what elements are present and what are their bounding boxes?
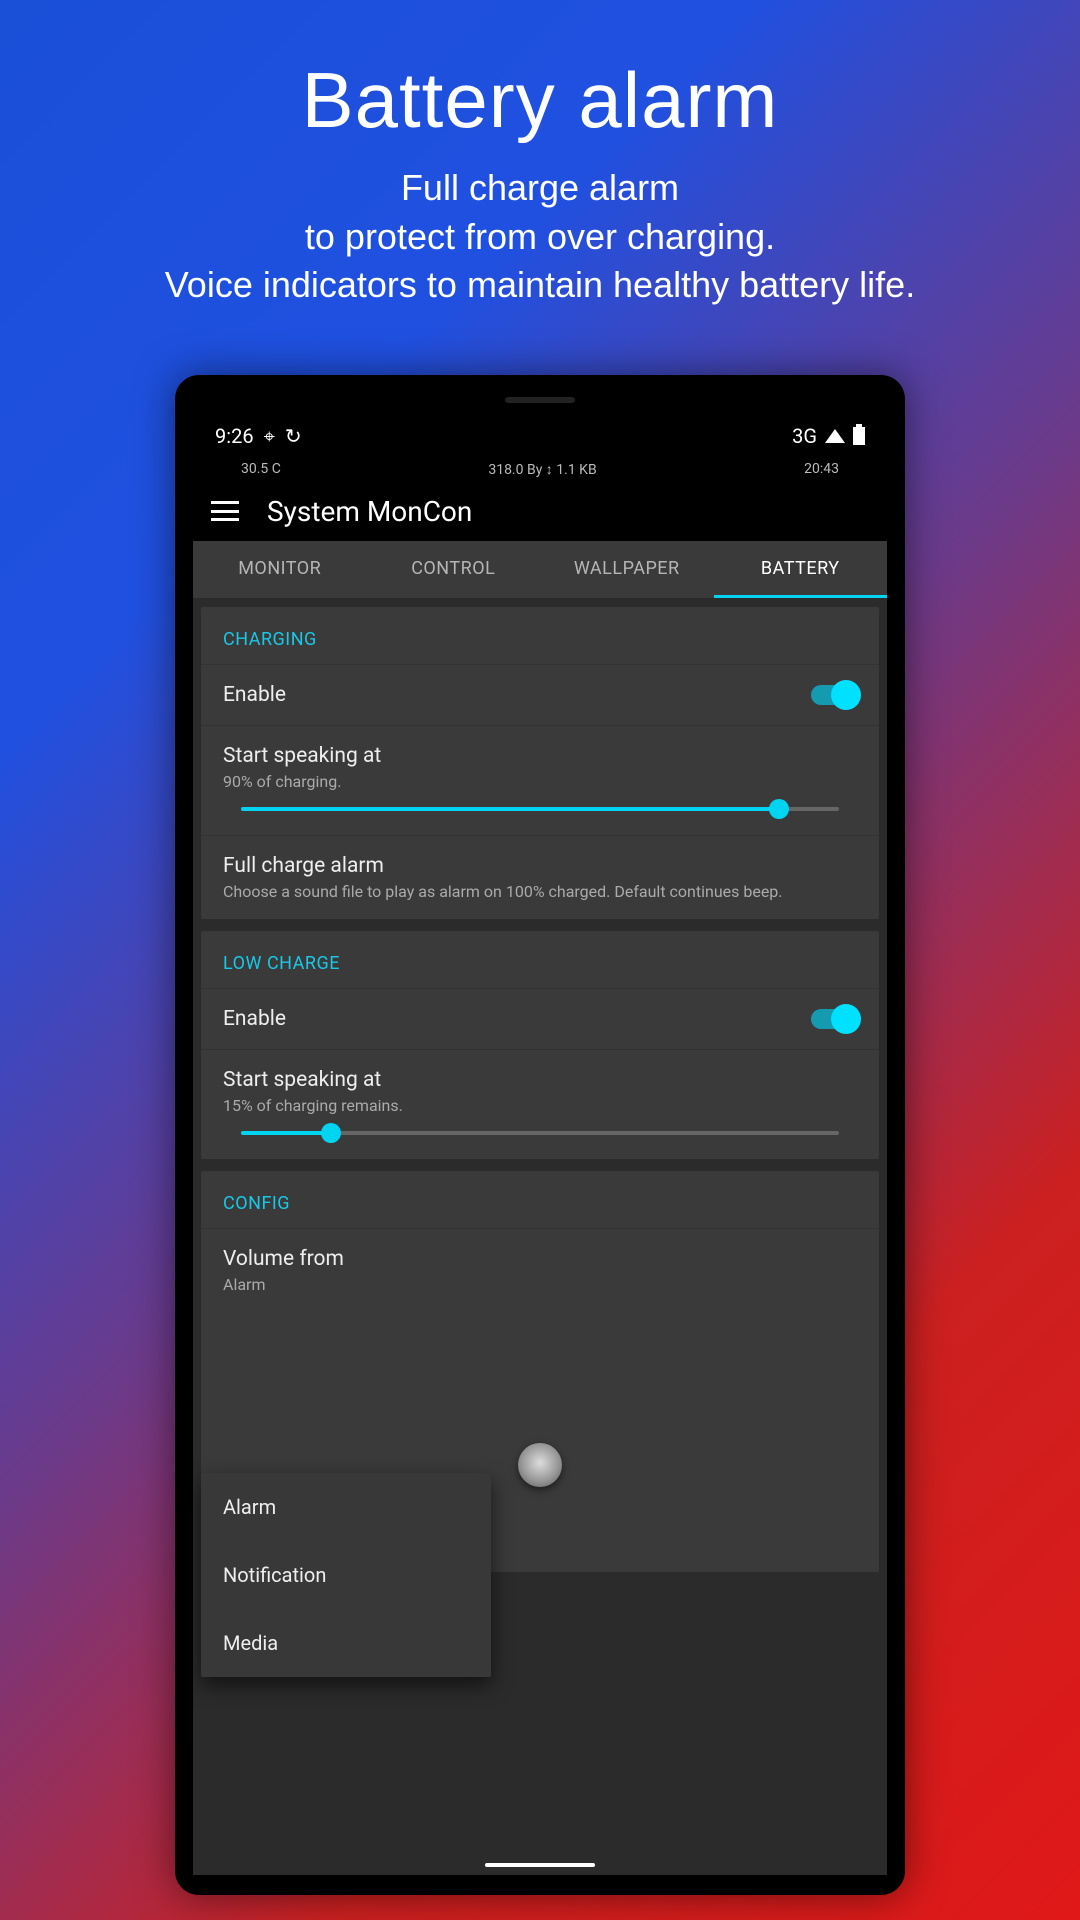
slider-thumb[interactable] [769,799,789,819]
full-charge-alarm-row[interactable]: Full charge alarm Choose a sound file to… [201,835,879,919]
charging-section: CHARGING Enable Start speaking at 90% of… [201,607,879,919]
volume-source-dropdown: Alarm Notification Media [201,1473,491,1677]
app-title: System MonCon [267,495,472,528]
row-subtitle: Choose a sound file to play as alarm on … [223,882,857,901]
row-title: Start speaking at [223,744,857,768]
promo-title: Battery alarm [0,0,1080,146]
volume-from-row[interactable]: Volume from Alarm [201,1228,879,1312]
data-rate: 318.0 By ↕ 1.1 KB [488,461,596,478]
row-title: Start speaking at [223,1068,857,1092]
charging-speak-row[interactable]: Start speaking at 90% of charging. [201,725,879,797]
battery-icon [853,427,865,445]
temperature: 30.5 C [241,461,281,477]
menu-icon[interactable] [211,501,239,521]
fab-button[interactable] [518,1443,562,1487]
tab-control[interactable]: CONTROL [367,541,541,598]
tab-battery[interactable]: BATTERY [714,541,888,598]
status-bar: 9:26 ⌖ ↻ 3G [193,415,887,457]
dropdown-item-media[interactable]: Media [201,1609,491,1677]
dropdown-item-alarm[interactable]: Alarm [201,1473,491,1541]
status-time: 9:26 [215,424,254,448]
low-charge-section: LOW CHARGE Enable Start speaking at 15% … [201,931,879,1159]
row-title: Enable [223,683,857,707]
low-speak-row[interactable]: Start speaking at 15% of charging remain… [201,1049,879,1121]
low-slider[interactable] [201,1121,879,1159]
charging-enable-toggle[interactable] [811,685,857,705]
status-icon: ⌖ [264,424,275,448]
row-subtitle: Alarm [223,1275,857,1294]
section-header-config: CONFIG [201,1171,879,1228]
charging-slider[interactable] [201,797,879,835]
charging-enable-row[interactable]: Enable [201,664,879,725]
row-title: Volume from [223,1247,857,1271]
clock: 20:43 [804,461,839,477]
low-enable-row[interactable]: Enable [201,988,879,1049]
info-bar: 30.5 C 318.0 By ↕ 1.1 KB 20:43 [193,457,887,481]
tab-monitor[interactable]: MONITOR [193,541,367,598]
phone-screen: 9:26 ⌖ ↻ 3G 30.5 C 318.0 By ↕ 1.1 KB 20:… [193,415,887,1875]
signal-icon [825,429,845,443]
home-indicator[interactable] [485,1863,595,1867]
row-title: Enable [223,1007,857,1031]
app-bar: System MonCon [193,481,887,541]
tab-wallpaper[interactable]: WALLPAPER [540,541,714,598]
row-subtitle: 90% of charging. [223,772,857,791]
phone-frame: 9:26 ⌖ ↻ 3G 30.5 C 318.0 By ↕ 1.1 KB 20:… [175,375,905,1895]
slider-thumb[interactable] [321,1123,341,1143]
promo-subtitle: Full charge alarm to protect from over c… [0,164,1080,310]
status-icon: ↻ [285,424,302,448]
section-header-charging: CHARGING [201,607,879,664]
tab-bar: MONITOR CONTROL WALLPAPER BATTERY [193,541,887,599]
network-label: 3G [792,424,817,448]
low-enable-toggle[interactable] [811,1009,857,1029]
row-title: Full charge alarm [223,854,857,878]
dropdown-item-notification[interactable]: Notification [201,1541,491,1609]
row-subtitle: 15% of charging remains. [223,1096,857,1115]
section-header-low: LOW CHARGE [201,931,879,988]
